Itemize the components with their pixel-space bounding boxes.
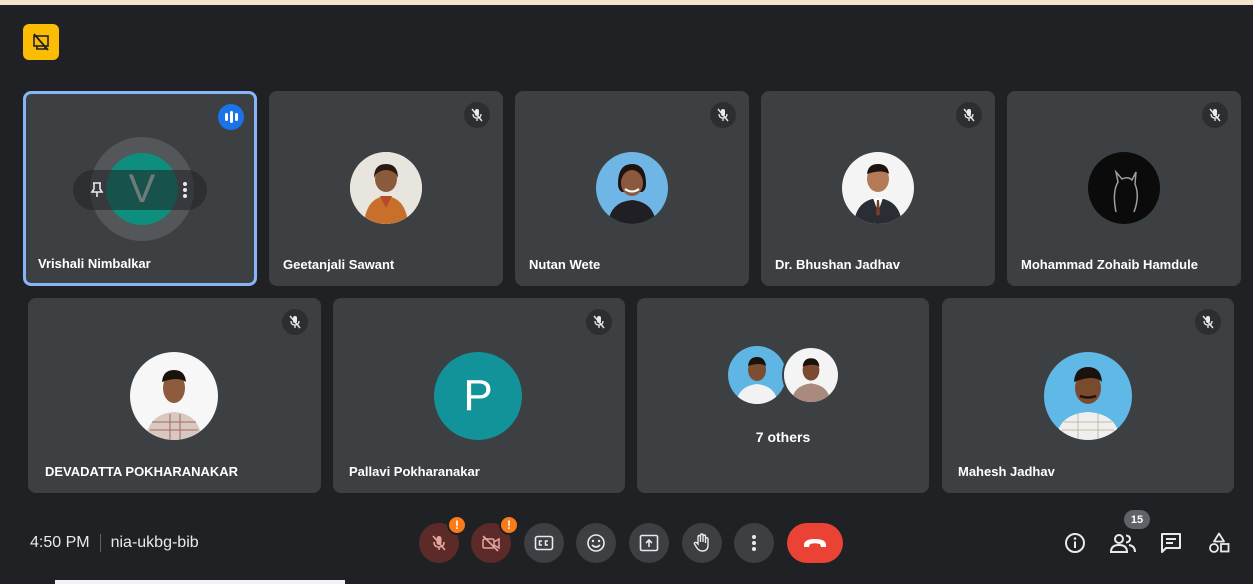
avatar (350, 152, 422, 224)
meeting-time: 4:50 PM (30, 534, 90, 551)
profile-photo (728, 346, 786, 404)
profile-photo (842, 152, 914, 224)
participant-name: Vrishali Nimbalkar (38, 256, 151, 271)
participant-tile[interactable]: Geetanjali Sawant (269, 91, 503, 286)
camera-off-icon (482, 535, 500, 552)
emoji-reaction-button[interactable] (576, 523, 616, 563)
mic-off-icon (1202, 102, 1228, 128)
present-screen-button[interactable] (629, 523, 669, 563)
divider (99, 534, 101, 552)
meeting-details-button[interactable] (1061, 529, 1089, 557)
meeting-info: 4:50 PM nia-ukbg-bib (30, 534, 199, 552)
mic-off-icon (1195, 309, 1221, 335)
mic-off-icon (586, 309, 612, 335)
activities-button[interactable] (1205, 529, 1233, 557)
avatar: P (434, 352, 522, 440)
avatar (728, 346, 786, 404)
profile-photo (130, 352, 218, 440)
speaking-indicator-icon (218, 104, 244, 130)
participant-tile[interactable]: V Vrishali Nimbalkar (23, 91, 257, 286)
participant-name: Dr. Bhushan Jadhav (775, 257, 900, 272)
pin-icon[interactable] (83, 176, 111, 204)
mic-off-icon (956, 102, 982, 128)
present-icon (639, 534, 659, 552)
others-count-label: 7 others (755, 429, 811, 445)
participant-name: Pallavi Pokharanakar (349, 464, 480, 479)
participant-tile[interactable]: Nutan Wete (515, 91, 749, 286)
warning-badge: ! (447, 515, 467, 535)
chat-button[interactable] (1157, 529, 1185, 557)
captions-button[interactable] (524, 523, 564, 563)
avatar (842, 152, 914, 224)
participant-count-badge: 15 (1124, 510, 1150, 529)
presentation-off-icon (33, 33, 49, 51)
camera-toggle-button[interactable]: ! (471, 515, 519, 563)
more-vert-icon[interactable] (171, 176, 199, 204)
participant-name: Mahesh Jadhav (958, 464, 1055, 479)
closed-captions-icon (534, 535, 554, 551)
participant-tile[interactable]: P Pallavi Pokharanakar (333, 298, 625, 493)
more-options-button[interactable] (734, 523, 774, 563)
participant-name: Nutan Wete (529, 257, 601, 272)
participant-tile[interactable]: DEVADATTA POKHARANAKAR (28, 298, 321, 493)
more-vert-icon (752, 535, 756, 551)
window-top-edge (0, 0, 1253, 5)
chat-icon (1161, 533, 1181, 553)
people-icon (1110, 534, 1136, 553)
leave-call-button[interactable] (787, 523, 843, 563)
profile-photo (350, 152, 422, 224)
info-icon (1065, 533, 1085, 553)
participant-tile[interactable]: Mohammad Zohaib Hamdule (1007, 91, 1241, 286)
profile-photo (784, 348, 838, 402)
recording-indicator[interactable] (23, 24, 59, 60)
raise-hand-button[interactable] (682, 523, 722, 563)
meeting-code[interactable]: nia-ukbg-bib (111, 534, 199, 552)
mic-off-icon (710, 102, 736, 128)
participant-tile[interactable]: Dr. Bhushan Jadhav (761, 91, 995, 286)
profile-photo (596, 152, 668, 224)
participant-name: DEVADATTA POKHARANAKAR (45, 464, 239, 479)
avatar (1044, 352, 1132, 440)
avatar-initial: P (463, 371, 493, 420)
activities-icon (1209, 532, 1230, 553)
participant-name: Geetanjali Sawant (283, 257, 395, 272)
participant-tile[interactable]: Mahesh Jadhav (942, 298, 1234, 493)
profile-photo (1088, 152, 1160, 224)
end-call-icon (804, 539, 826, 547)
taskbar-edge (55, 580, 345, 584)
mic-off-icon (464, 102, 490, 128)
emoji-icon (587, 534, 605, 552)
mic-toggle-button[interactable]: ! (419, 515, 467, 563)
avatar (1088, 152, 1160, 224)
others-tile[interactable]: 7 others (637, 298, 929, 493)
warning-badge: ! (499, 515, 519, 535)
avatar (596, 152, 668, 224)
mic-off-icon (432, 535, 446, 551)
mic-off-icon (282, 309, 308, 335)
participant-name: Mohammad Zohaib Hamdule (1021, 257, 1198, 272)
hand-icon (693, 533, 709, 552)
avatar (130, 352, 218, 440)
avatar (782, 346, 840, 404)
people-button[interactable] (1109, 529, 1137, 557)
profile-photo (1044, 352, 1132, 440)
